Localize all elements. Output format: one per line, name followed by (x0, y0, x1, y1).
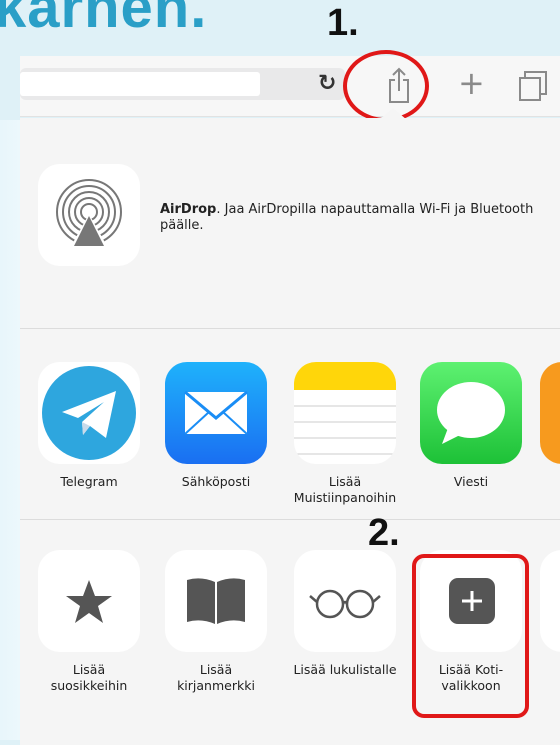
step-one-label: 1. (327, 2, 359, 44)
plus-icon[interactable]: + (458, 64, 485, 104)
app-icon-partial (540, 362, 560, 464)
action-label: Lisää suosikkeihin (50, 662, 128, 693)
action-icon-partial (540, 550, 560, 652)
app-label: Telegram (60, 474, 118, 489)
tabs-button[interactable] (512, 66, 552, 106)
step-two-label: 2. (368, 512, 400, 554)
telegram-icon (38, 362, 140, 464)
app-telegram[interactable]: Telegram (34, 362, 144, 490)
mail-icon (165, 362, 267, 464)
address-bar[interactable]: ↻ (20, 68, 345, 100)
browser-toolbar: ↻ + (20, 56, 560, 117)
background-heading: karnen. (0, 0, 208, 40)
action-label: Lisää kirjanmerkki (177, 662, 255, 693)
add-to-home-highlight-box (412, 554, 529, 718)
action-bookmark[interactable]: Lisää kirjanmerkki (161, 550, 271, 694)
app-messages[interactable]: Viesti (416, 362, 526, 490)
tabs-icon (519, 71, 547, 101)
address-redacted (20, 72, 260, 96)
reload-icon[interactable]: ↻ (318, 71, 336, 96)
action-favorites[interactable]: Lisää suosikkeihin (34, 550, 144, 694)
app-label: Sähköposti (181, 474, 251, 489)
airdrop-description: AirDrop. Jaa AirDropilla napauttamalla W… (160, 202, 540, 234)
app-mail[interactable]: Sähköposti (161, 362, 271, 490)
apps-row: Telegram Sähköposti Lisää Muistiinpanoih… (20, 329, 560, 520)
app-label: Lisää Muistiinpanoihin (293, 474, 397, 505)
app-partial[interactable] (540, 362, 560, 464)
airdrop-icon (38, 164, 140, 266)
messages-icon (420, 362, 522, 464)
action-label: Lisää lukulistalle (293, 662, 397, 677)
airdrop-section[interactable]: AirDrop. Jaa AirDropilla napauttamalla W… (20, 118, 560, 329)
airdrop-hint: . Jaa AirDropilla napauttamalla Wi-Fi ja… (160, 202, 534, 233)
app-label: Viesti (453, 474, 489, 489)
share-popover-arrow (379, 108, 407, 120)
glasses-icon (294, 550, 396, 652)
action-partial[interactable] (540, 550, 560, 652)
star-icon (38, 550, 140, 652)
book-icon (165, 550, 267, 652)
airdrop-title: AirDrop (160, 202, 217, 217)
app-notes[interactable]: Lisää Muistiinpanoihin (290, 362, 400, 506)
action-reading-list[interactable]: Lisää lukulistalle (290, 550, 400, 678)
notes-icon (294, 362, 396, 464)
